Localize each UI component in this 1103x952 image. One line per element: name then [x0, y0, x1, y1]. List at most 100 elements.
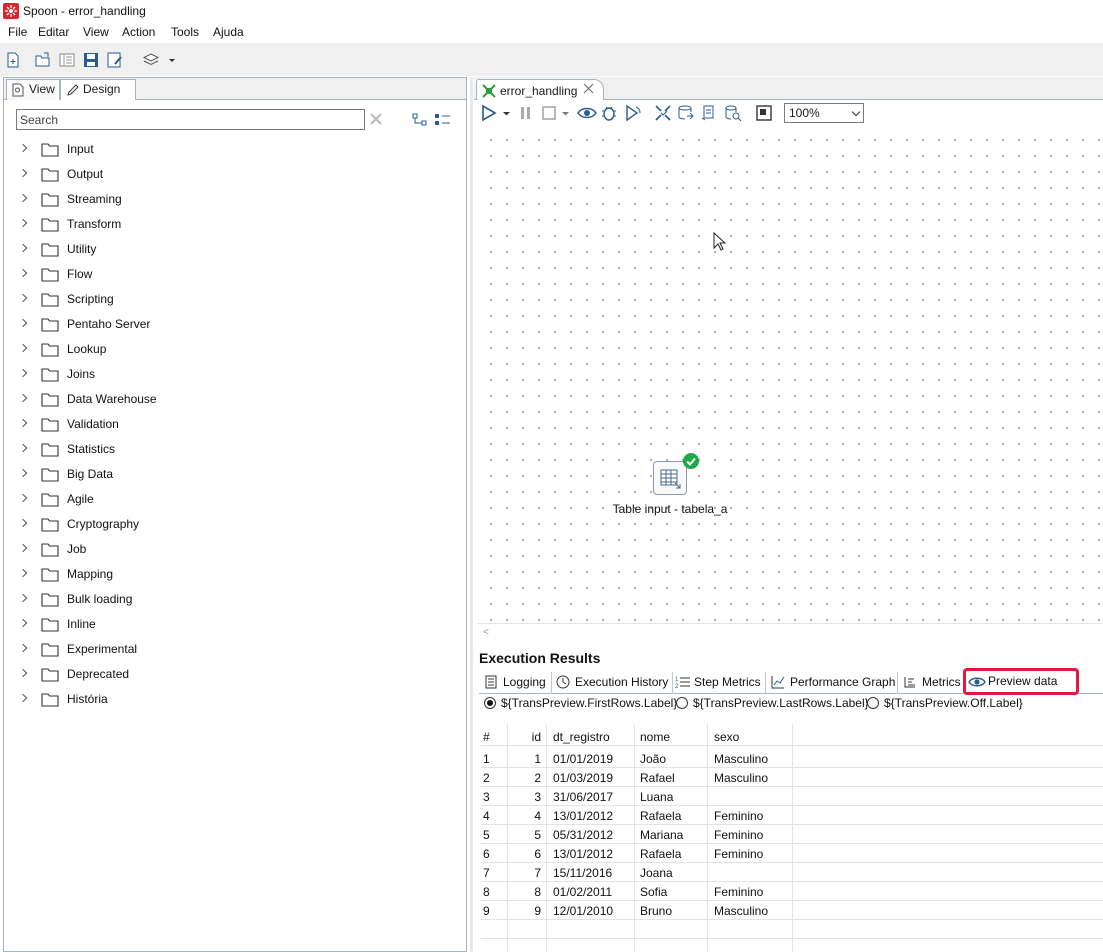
chevron-right-icon[interactable]	[18, 693, 28, 703]
tree-item[interactable]: Cryptography	[18, 514, 458, 536]
radio-first-rows-button[interactable]	[484, 697, 496, 709]
tree-item[interactable]: Inline	[18, 614, 458, 636]
debug-icon[interactable]	[600, 104, 618, 125]
new-file-icon[interactable]	[4, 51, 22, 69]
tree-item[interactable]: Lookup	[18, 339, 458, 361]
tree-item[interactable]: Big Data	[18, 464, 458, 486]
chevron-right-icon[interactable]	[18, 668, 28, 678]
menu-ajuda[interactable]: Ajuda	[213, 25, 244, 39]
tab-metrics[interactable]: Metrics	[898, 672, 964, 694]
impact-analysis-icon[interactable]	[677, 104, 695, 125]
chevron-right-icon[interactable]	[18, 418, 28, 428]
zoom-select[interactable]: 100%	[784, 103, 864, 123]
tree-item[interactable]: Streaming	[18, 189, 458, 211]
table-row[interactable]: 6 6 13/01/2012 Rafaela Feminino	[481, 844, 1103, 863]
tree-item[interactable]: Deprecated	[18, 664, 458, 686]
chevron-right-icon[interactable]	[18, 393, 28, 403]
transformation-canvas[interactable]	[477, 126, 1103, 623]
run-icon[interactable]	[480, 104, 498, 125]
open-folder-icon[interactable]	[34, 51, 52, 69]
tree-item[interactable]: Transform	[18, 214, 458, 236]
chevron-right-icon[interactable]	[18, 443, 28, 453]
chevron-right-icon[interactable]	[18, 293, 28, 303]
table-row[interactable]: 3 3 31/06/2017 Luana	[481, 787, 1103, 806]
tab-step-metrics[interactable]: 12 Step Metrics	[673, 672, 766, 694]
expand-all-icon[interactable]	[434, 113, 452, 130]
perspective-layers-icon[interactable]	[142, 51, 160, 69]
tree-item[interactable]: História	[18, 689, 458, 711]
chevron-right-icon[interactable]	[18, 593, 28, 603]
tree-item[interactable]: Flow	[18, 264, 458, 286]
tree-item[interactable]: Statistics	[18, 439, 458, 461]
chevron-right-icon[interactable]	[18, 318, 28, 328]
tab-preview-data[interactable]: Preview data	[963, 668, 1079, 695]
menu-action[interactable]: Action	[122, 25, 155, 39]
chevron-right-icon[interactable]	[18, 493, 28, 503]
table-row[interactable]: 7 7 15/11/2016 Joana	[481, 863, 1103, 882]
tab-logging[interactable]: Logging	[479, 672, 552, 694]
sql-icon[interactable]	[700, 104, 718, 125]
verify-icon[interactable]	[654, 104, 672, 125]
table-row[interactable]: 4 4 13/01/2012 Rafaela Feminino	[481, 806, 1103, 825]
tab-error-handling[interactable]: error_handling	[476, 79, 604, 100]
tree-item[interactable]: Joins	[18, 364, 458, 386]
tab-view[interactable]: View	[6, 79, 60, 100]
chevron-right-icon[interactable]	[18, 268, 28, 278]
table-row[interactable]: 5 5 05/31/2012 Mariana Feminino	[481, 825, 1103, 844]
chevron-right-icon[interactable]	[18, 343, 28, 353]
scroll-left-arrow-icon[interactable]: <	[483, 627, 489, 638]
chevron-right-icon[interactable]	[18, 168, 28, 178]
table-row[interactable]: 1 1 01/01/2019 João Masculino	[481, 749, 1103, 768]
table-row[interactable]: 9 9 12/01/2010 Bruno Masculino	[481, 901, 1103, 920]
tree-item[interactable]: Agile	[18, 489, 458, 511]
chevron-right-icon[interactable]	[18, 518, 28, 528]
horizontal-scrollbar[interactable]: <	[477, 623, 1103, 640]
tree-item[interactable]: Utility	[18, 239, 458, 261]
tree-item[interactable]: Job	[18, 539, 458, 561]
tab-execution-history[interactable]: Execution History	[552, 672, 673, 694]
table-row[interactable]: 8 8 01/02/2011 Sofia Feminino	[481, 882, 1103, 901]
chevron-right-icon[interactable]	[18, 143, 28, 153]
tree-item[interactable]: Pentaho Server	[18, 314, 458, 336]
tree-item[interactable]: Output	[18, 164, 458, 186]
tree-item[interactable]: Bulk loading	[18, 589, 458, 611]
tree-item[interactable]: Mapping	[18, 564, 458, 586]
chevron-right-icon[interactable]	[18, 243, 28, 253]
pause-icon[interactable]	[518, 104, 534, 125]
run-dropdown-icon[interactable]	[502, 104, 512, 125]
radio-last-rows-button[interactable]	[676, 697, 688, 709]
perspective-dropdown-icon[interactable]	[167, 51, 185, 69]
menu-file[interactable]: File	[8, 25, 27, 39]
chevron-right-icon[interactable]	[18, 568, 28, 578]
tree-item[interactable]: Scripting	[18, 289, 458, 311]
chevron-right-icon[interactable]	[18, 643, 28, 653]
menu-tools[interactable]: Tools	[171, 25, 199, 39]
replay-icon[interactable]	[624, 104, 642, 125]
chevron-right-icon[interactable]	[18, 468, 28, 478]
close-tab-icon[interactable]	[583, 83, 594, 97]
menu-editar[interactable]: Editar	[38, 25, 69, 39]
chevron-right-icon[interactable]	[18, 193, 28, 203]
tree-item[interactable]: Validation	[18, 414, 458, 436]
tree-item[interactable]: Data Warehouse	[18, 389, 458, 411]
tree-item[interactable]: Experimental	[18, 639, 458, 661]
step-table-input[interactable]	[653, 461, 687, 495]
save-icon[interactable]	[82, 51, 100, 69]
chevron-right-icon[interactable]	[18, 218, 28, 228]
chevron-right-icon[interactable]	[18, 368, 28, 378]
chevron-right-icon[interactable]	[18, 543, 28, 553]
tab-performance-graph[interactable]: Performance Graph	[766, 672, 898, 694]
radio-off-button[interactable]	[867, 697, 879, 709]
steps-search-input[interactable]	[16, 109, 365, 130]
panel-splitter[interactable]	[470, 77, 473, 952]
show-results-icon[interactable]	[755, 104, 773, 125]
menu-view[interactable]: View	[83, 25, 109, 39]
database-explore-icon[interactable]	[724, 104, 742, 125]
save-as-icon[interactable]	[106, 51, 124, 69]
tab-design[interactable]: Design	[60, 79, 136, 100]
collapse-all-icon[interactable]	[412, 113, 428, 130]
preview-eye-icon[interactable]	[577, 104, 597, 125]
tree-item[interactable]: Input	[18, 139, 458, 161]
chevron-right-icon[interactable]	[18, 618, 28, 628]
stop-icon[interactable]	[541, 104, 557, 125]
